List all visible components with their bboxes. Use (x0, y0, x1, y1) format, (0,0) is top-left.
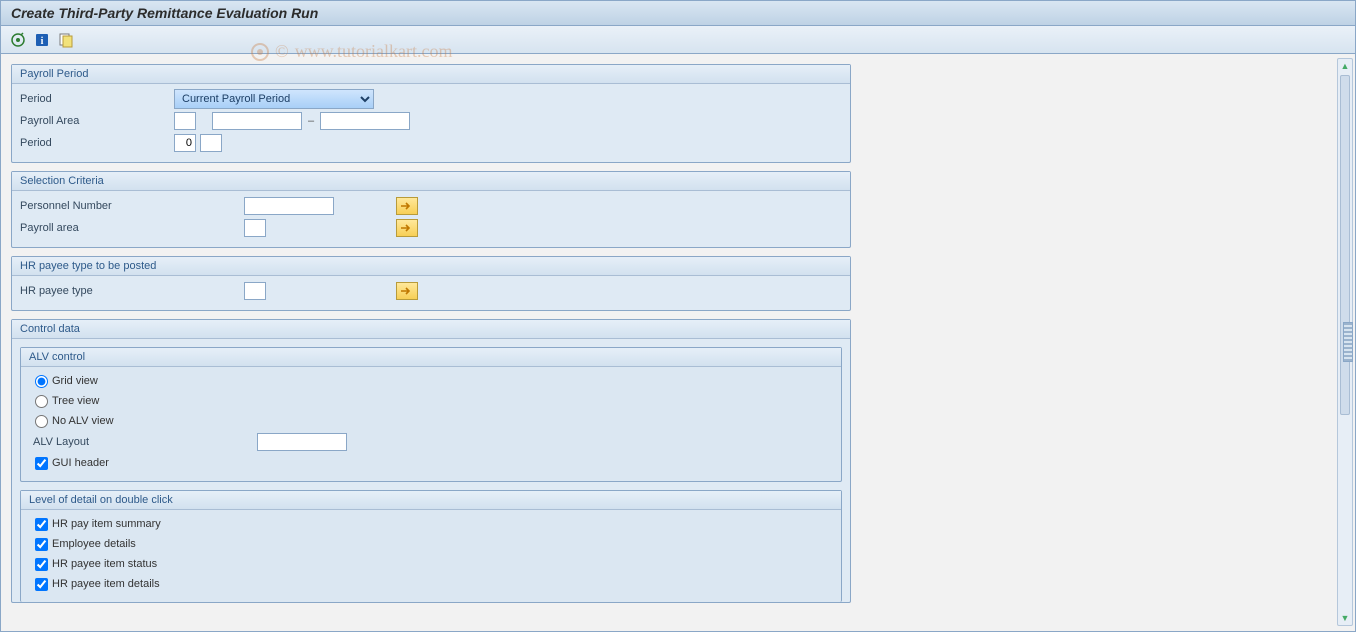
right-empty-pane: ▲ ▼ (861, 54, 1355, 630)
svg-text:i: i (41, 36, 44, 47)
alv-layout-input[interactable] (257, 433, 347, 451)
group-title: Payroll Period (12, 65, 850, 84)
tree-view-radio[interactable] (35, 395, 48, 408)
grid-view-label: Grid view (52, 375, 98, 387)
payroll-area-multiselect-button[interactable] (396, 219, 418, 237)
grid-view-radio[interactable] (35, 375, 48, 388)
gui-header-label: GUI header (52, 457, 109, 469)
scroll-down-arrow[interactable]: ▼ (1338, 611, 1352, 625)
payee-item-details-label: HR payee item details (52, 578, 160, 590)
employee-details-checkbox[interactable] (35, 538, 48, 551)
pay-item-summary-checkbox[interactable] (35, 518, 48, 531)
payroll-area-label: Payroll Area (20, 115, 170, 127)
hr-payee-type-label: HR payee type (20, 285, 240, 297)
payee-item-status-label: HR payee item status (52, 558, 157, 570)
personnel-multiselect-button[interactable] (396, 197, 418, 215)
group-hr-payee-type: HR payee type to be posted HR payee type (11, 256, 851, 311)
group-title: Level of detail on double click (21, 491, 841, 510)
content-area: Payroll Period Period Current Payroll Pe… (1, 54, 861, 630)
payroll-area-input[interactable] (174, 112, 196, 130)
payroll-range-to[interactable] (320, 112, 410, 130)
app-window: Create Third-Party Remittance Evaluation… (0, 0, 1356, 632)
info-icon[interactable]: i (33, 31, 51, 49)
group-title: Selection Criteria (12, 172, 850, 191)
payee-item-details-checkbox[interactable] (35, 578, 48, 591)
group-payroll-period: Payroll Period Period Current Payroll Pe… (11, 64, 851, 163)
period-label: Period (20, 93, 170, 105)
alv-layout-label: ALV Layout (33, 436, 253, 448)
payroll-area-label2: Payroll area (20, 222, 240, 234)
period-num-input[interactable] (174, 134, 196, 152)
range-dash: – (306, 115, 316, 127)
tree-view-label: Tree view (52, 395, 99, 407)
variant-icon[interactable] (57, 31, 75, 49)
period-ext-input[interactable] (200, 134, 222, 152)
group-selection-criteria: Selection Criteria Personnel Number Payr… (11, 171, 851, 248)
period2-label: Period (20, 137, 170, 149)
gui-header-checkbox[interactable] (35, 457, 48, 470)
toolbar: i (1, 26, 1355, 54)
payroll-area-input2[interactable] (244, 219, 266, 237)
page-title: Create Third-Party Remittance Evaluation… (11, 5, 318, 21)
execute-icon[interactable] (9, 31, 27, 49)
splitter-grip[interactable] (1343, 322, 1353, 362)
group-control-data: Control data ALV control Grid view Tree … (11, 319, 851, 603)
pay-item-summary-label: HR pay item summary (52, 518, 161, 530)
personnel-number-input[interactable] (244, 197, 334, 215)
group-title: ALV control (21, 348, 841, 367)
scroll-up-arrow[interactable]: ▲ (1338, 59, 1352, 73)
group-title: HR payee type to be posted (12, 257, 850, 276)
hr-payee-type-input[interactable] (244, 282, 266, 300)
no-alv-radio[interactable] (35, 415, 48, 428)
payroll-range-from[interactable] (212, 112, 302, 130)
period-select[interactable]: Current Payroll Period (174, 89, 374, 109)
no-alv-label: No ALV view (52, 415, 114, 427)
hr-payee-type-multiselect-button[interactable] (396, 282, 418, 300)
group-title: Control data (12, 320, 850, 339)
title-bar: Create Third-Party Remittance Evaluation… (1, 1, 1355, 26)
group-alv-control: ALV control Grid view Tree view (20, 347, 842, 482)
scroll-thumb[interactable] (1340, 75, 1350, 415)
payee-item-status-checkbox[interactable] (35, 558, 48, 571)
employee-details-label: Employee details (52, 538, 136, 550)
group-level-detail: Level of detail on double click HR pay i… (20, 490, 842, 602)
personnel-number-label: Personnel Number (20, 200, 240, 212)
